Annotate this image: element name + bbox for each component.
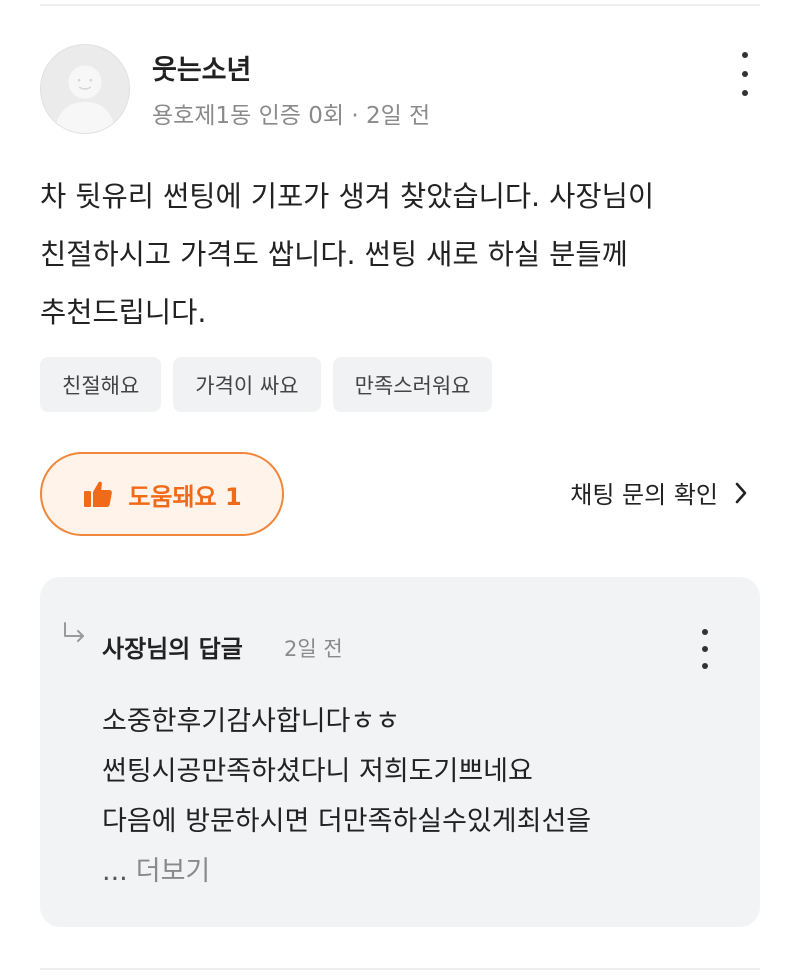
avatar[interactable] [40,44,130,134]
more-vertical-icon-dot [742,71,748,77]
helpful-button[interactable]: 도움돼요 1 [40,452,284,536]
review-line: 추천드립니다. [40,296,207,329]
default-avatar-icon [41,45,129,133]
reply-author: 사장님의 답글 [102,635,243,663]
more-vertical-icon-dot [742,52,748,58]
reply-line: 다음에 방문하시면 더만족하실수있게최선을 [102,806,592,837]
review-more-button[interactable] [730,52,760,96]
reply-text: 소중한후기감사합니다ㅎㅎ 썬팅시공만족하셨다니 저희도기쁘네요 다음에 방문하시… [102,697,591,897]
reply-time: 2일 전 [284,637,343,661]
reply-line: 썬팅시공만족하셨다니 저희도기쁘네요 [102,756,533,787]
thumbs-up-icon [84,481,113,507]
top-divider [40,4,760,6]
see-more-link[interactable]: 더보기 [136,856,211,887]
review-tag: 가격이 싸요 [173,357,321,412]
author-name[interactable]: 웃는소년 [152,48,251,87]
chat-inquiry-link[interactable]: 채팅 문의 확인 [570,475,748,510]
more-vertical-icon-dot [702,646,708,652]
bottom-divider [40,968,760,970]
more-vertical-icon-dot [742,90,748,96]
more-vertical-icon-dot [702,629,708,635]
review-line: 친절하시고 가격도 쌉니다. 썬팅 새로 하실 분들께 [40,238,628,271]
owner-reply-card: 사장님의 답글 2일 전 소중한후기감사합니다ㅎㅎ 썬팅시공만족하셨다니 저희도… [40,577,760,927]
author-meta: 용호제1동 인증 0회 · 2일 전 [152,103,431,129]
helpful-label: 도움돼요 1 [128,482,242,511]
reply-truncation: ... 더보기 [102,847,591,897]
review-tag: 만족스러워요 [332,357,493,412]
reply-more-button[interactable] [690,629,720,669]
reply-line: 소중한후기감사합니다ㅎㅎ [102,706,401,737]
chevron-right-icon [735,482,747,503]
review-line: 차 뒷유리 썬팅에 기포가 생겨 찾았습니다. 사장님이 [40,180,655,213]
review-tags: 친절해요 가격이 싸요 만족스러워요 [40,357,493,412]
ellipsis: ... [102,856,128,887]
reply-arrow-icon [64,622,84,642]
review-text: 차 뒷유리 썬팅에 기포가 생겨 찾았습니다. 사장님이 친절하시고 가격도 쌉… [40,168,770,342]
more-vertical-icon-dot [702,663,708,669]
chat-inquiry-label: 채팅 문의 확인 [570,481,718,509]
review-tag: 친절해요 [40,357,162,412]
